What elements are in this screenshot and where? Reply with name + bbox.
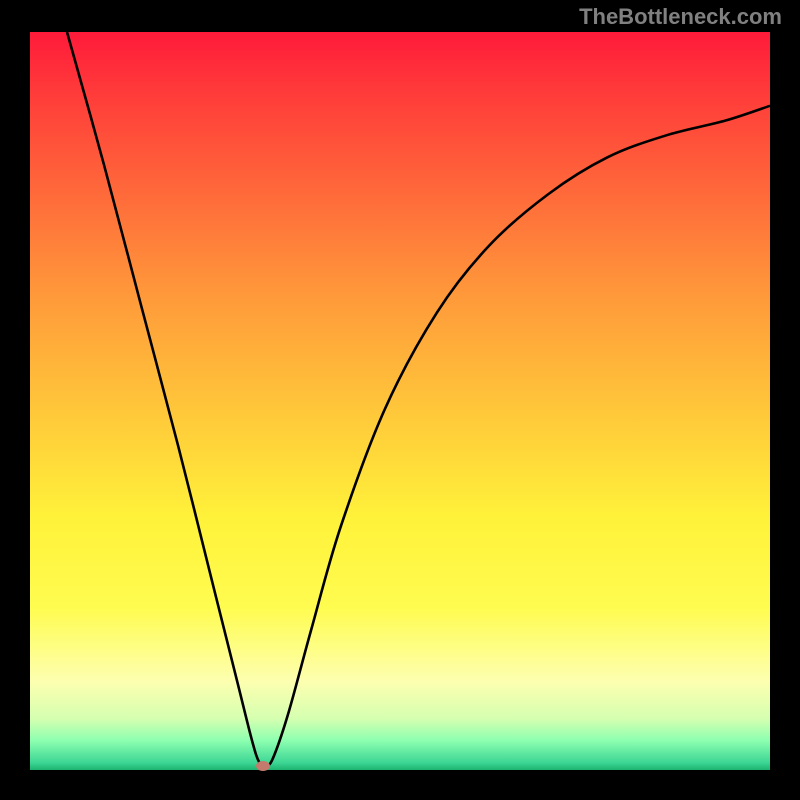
optimal-point-marker [256, 761, 270, 771]
watermark-text: TheBottleneck.com [579, 4, 782, 30]
bottleneck-curve [30, 32, 770, 770]
plot-area [30, 32, 770, 770]
